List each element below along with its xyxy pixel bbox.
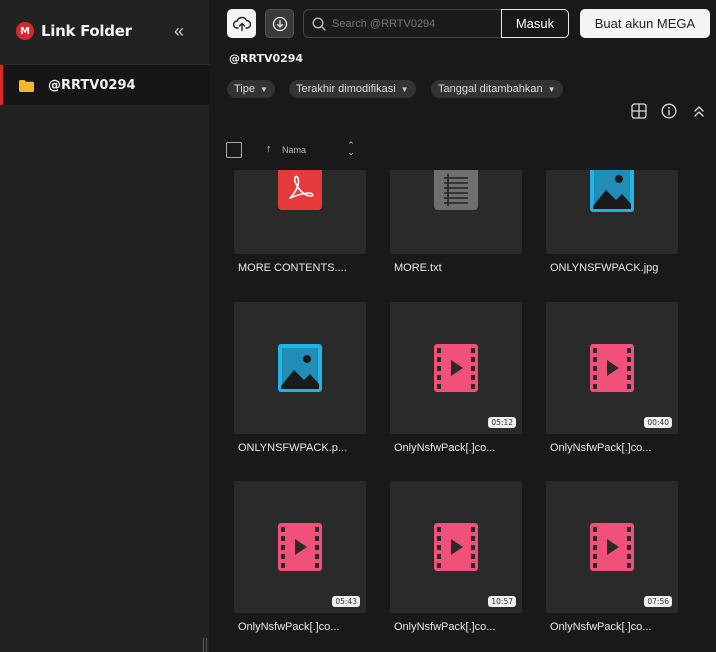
mega-logo: M — [16, 22, 34, 40]
sort-toggle-icon[interactable]: ⌃ ⌄ — [346, 141, 356, 157]
file-thumbnail[interactable]: 00:40 — [546, 302, 678, 434]
video-duration-badge: 00:40 — [644, 417, 672, 428]
file-name: ONLYNSFWPACK.jpg — [550, 262, 659, 274]
file-card[interactable]: MORE CONTENTS.... — [234, 170, 366, 274]
file-thumbnail[interactable]: 05:12 — [390, 302, 522, 434]
main-panel: Masuk Buat akun MEGA @RRTV0294 Tipe ▼ Te… — [209, 0, 716, 652]
file-thumbnail[interactable] — [234, 170, 366, 254]
grid-view-button[interactable] — [630, 101, 648, 121]
file-thumbnail[interactable] — [234, 302, 366, 434]
video-duration-badge: 10:57 — [488, 596, 516, 607]
file-card[interactable]: 05:43 OnlyNsfwPack[.]co... — [234, 481, 366, 633]
download-icon — [272, 16, 287, 31]
filter-last-modified-label: Terakhir dimodifikasi — [296, 83, 396, 95]
image-file-icon — [590, 170, 634, 212]
video-duration-badge: 05:12 — [488, 417, 516, 428]
sort-ascending-icon[interactable]: ↑ — [266, 143, 272, 155]
sidebar: M Link Folder « @RRTV0294 — [0, 0, 209, 652]
select-all-checkbox[interactable] — [226, 142, 242, 158]
file-card[interactable]: 00:40 OnlyNsfwPack[.]co... — [546, 302, 678, 454]
brand: M Link Folder — [16, 22, 132, 40]
cloud-upload-icon — [232, 16, 251, 31]
filter-type-label: Tipe — [234, 83, 255, 95]
filter-date-added-label: Tanggal ditambahkan — [438, 83, 543, 95]
chevron-down-icon: ▼ — [260, 84, 268, 94]
file-card[interactable]: 05:12 OnlyNsfwPack[.]co... — [390, 302, 522, 454]
login-button[interactable]: Masuk — [501, 9, 569, 38]
sidebar-item-folder[interactable]: @RRTV0294 — [0, 65, 209, 105]
download-button[interactable] — [265, 9, 294, 38]
file-name: OnlyNsfwPack[.]co... — [394, 621, 496, 633]
file-thumbnail[interactable]: 10:57 — [390, 481, 522, 613]
brand-title: Link Folder — [41, 22, 132, 40]
sort-column-label[interactable]: Nama — [282, 145, 306, 155]
search-box[interactable] — [303, 9, 509, 38]
sidebar-item-label: @RRTV0294 — [48, 77, 136, 93]
filter-last-modified[interactable]: Terakhir dimodifikasi ▼ — [289, 80, 416, 98]
search-input[interactable] — [332, 17, 502, 30]
filter-type[interactable]: Tipe ▼ — [227, 80, 275, 98]
file-name: OnlyNsfwPack[.]co... — [394, 442, 496, 454]
file-name: MORE CONTENTS.... — [238, 262, 347, 274]
filter-date-added[interactable]: Tanggal ditambahkan ▼ — [431, 80, 563, 98]
file-thumbnail[interactable]: 07:56 — [546, 481, 678, 613]
collapse-sidebar-icon[interactable]: « — [170, 20, 188, 42]
file-card[interactable]: 07:56 OnlyNsfwPack[.]co... — [546, 481, 678, 633]
chevron-down-icon: ▼ — [400, 84, 409, 94]
double-chevron-up-icon — [694, 106, 704, 117]
file-name: OnlyNsfwPack[.]co... — [238, 621, 340, 633]
view-tools — [630, 101, 708, 121]
signup-button[interactable]: Buat akun MEGA — [580, 9, 710, 38]
video-file-icon — [590, 344, 634, 392]
grid-view-icon — [631, 103, 647, 119]
info-button[interactable] — [660, 101, 678, 121]
text-file-icon — [434, 170, 478, 210]
folder-icon — [19, 79, 34, 92]
file-name: OnlyNsfwPack[.]co... — [550, 621, 652, 633]
file-name: MORE.txt — [394, 262, 442, 274]
upload-button[interactable] — [227, 9, 256, 38]
file-thumbnail[interactable] — [390, 170, 522, 254]
file-thumbnail[interactable]: 05:43 — [234, 481, 366, 613]
video-duration-badge: 07:56 — [644, 596, 672, 607]
file-card[interactable]: MORE.txt — [390, 170, 522, 274]
video-file-icon — [590, 523, 634, 571]
video-file-icon — [434, 344, 478, 392]
file-grid: MORE CONTENTS.... MORE.txt ONLYNSFWPACK.jp… — [209, 170, 716, 652]
sidebar-resize-handle[interactable] — [203, 638, 207, 652]
video-duration-badge: 05:43 — [332, 596, 360, 607]
file-name: ONLYNSFWPACK.p... — [238, 442, 348, 454]
file-card[interactable]: ONLYNSFWPACK.jpg — [546, 170, 678, 274]
page-title: @RRTV0294 — [229, 52, 304, 65]
image-file-icon — [278, 344, 322, 392]
chevron-down-icon: ▼ — [547, 84, 556, 94]
info-icon — [661, 103, 677, 119]
file-name: OnlyNsfwPack[.]co... — [550, 442, 652, 454]
video-file-icon — [278, 523, 322, 571]
file-thumbnail[interactable] — [546, 170, 678, 254]
search-icon — [312, 16, 326, 31]
video-file-icon — [434, 523, 478, 571]
file-card[interactable]: 10:57 OnlyNsfwPack[.]co... — [390, 481, 522, 633]
file-card[interactable]: ONLYNSFWPACK.p... — [234, 302, 366, 454]
collapse-header-button[interactable] — [690, 101, 708, 121]
pdf-file-icon — [278, 170, 322, 210]
